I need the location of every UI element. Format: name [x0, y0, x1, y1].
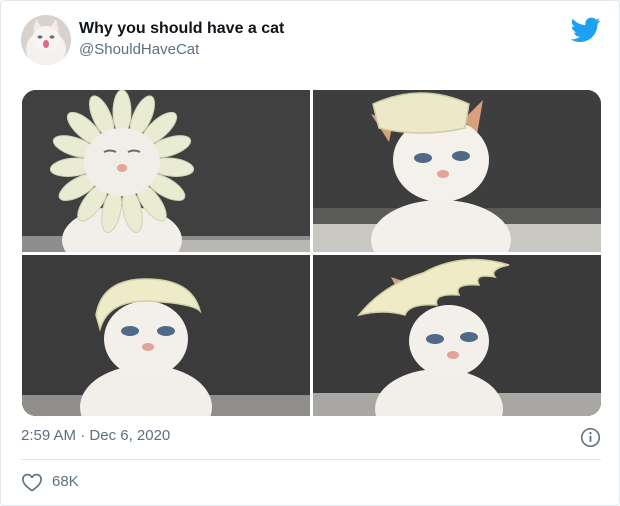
info-icon[interactable]: [580, 427, 601, 448]
author-block[interactable]: Why you should have a cat @ShouldHaveCat: [79, 19, 284, 60]
like-button[interactable]: 68K: [21, 471, 79, 493]
author-handle[interactable]: @ShouldHaveCat: [79, 40, 284, 60]
tweet-date[interactable]: Dec 6, 2020: [89, 427, 170, 444]
avatar[interactable]: [21, 15, 71, 65]
tweet-card: Why you should have a cat @ShouldHaveCat: [0, 0, 620, 506]
timestamp[interactable]: 2:59 AM · Dec 6, 2020: [21, 426, 170, 446]
divider: [21, 459, 601, 460]
author-name[interactable]: Why you should have a cat: [79, 19, 284, 39]
twitter-bird-icon[interactable]: [571, 17, 601, 43]
photo-cat-flower-hat[interactable]: [22, 90, 310, 252]
heart-icon[interactable]: [21, 472, 43, 492]
photo-cat-pompadour-hat[interactable]: [22, 255, 310, 416]
like-count: 68K: [52, 473, 79, 490]
photo-cat-wave-hat[interactable]: [313, 255, 601, 416]
tweet-time[interactable]: 2:59 AM: [21, 427, 76, 444]
photo-grid: [22, 90, 601, 416]
photo-cat-bowl-hat[interactable]: [313, 90, 601, 252]
meta-separator: ·: [80, 427, 86, 444]
